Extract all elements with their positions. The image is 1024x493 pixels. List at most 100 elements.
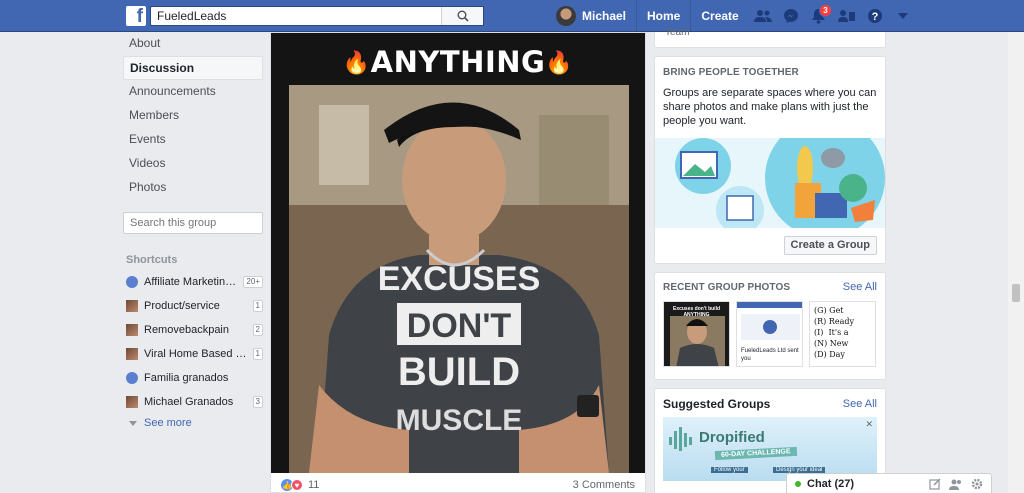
facebook-logo-icon[interactable]: f <box>126 6 146 26</box>
nav-announcements[interactable]: Announcements <box>123 80 263 104</box>
shirt-line-4: MUSCLE <box>396 404 523 437</box>
group-search-box <box>123 212 272 234</box>
post-photo: EXCUSES DON'T BUILD MUSCLE <box>289 85 629 473</box>
search-button[interactable] <box>441 7 483 25</box>
chat-actions <box>929 477 991 490</box>
post-footer: 👍 ♥ 11 3 Comments <box>271 477 645 493</box>
post-image[interactable]: 🔥ANYTHING🔥 EXCUSES DON'T BUILD MUSCLE <box>271 33 645 473</box>
fire-icon: 🔥 <box>342 51 371 76</box>
post-headline-text: ANYTHING <box>370 45 546 79</box>
recent-photos-list: Excuses don't build ANYTHING FueledLeads… <box>655 293 885 375</box>
online-status-icon <box>795 480 801 487</box>
friend-requests-button[interactable] <box>749 0 777 32</box>
bring-people-title: BRING PEOPLE TOGETHER <box>663 67 799 78</box>
create-group-button[interactable]: Create a Group <box>783 236 877 255</box>
photo-icon <box>126 396 138 408</box>
recent-photo-thumbnail[interactable]: (G) Get (R) Ready (I) It's a (N) New (D)… <box>809 301 876 367</box>
messenger-button[interactable] <box>777 0 805 32</box>
shortcut-label: Viral Home Based P... <box>144 348 249 360</box>
recent-photos-header: RECENT GROUP PHOTOS See All <box>655 273 885 293</box>
scrollbar-thumb[interactable] <box>1012 284 1020 302</box>
account-menu-button[interactable] <box>889 0 917 32</box>
caret-down-icon <box>897 13 908 19</box>
shortcut-label: Removebackpain <box>144 324 229 336</box>
shortcut-item[interactable]: Removebackpain 2 <box>123 318 263 342</box>
thumb-caption: FueledLeads Ltd sent you <box>741 348 799 362</box>
notifications-button[interactable]: 3 <box>805 0 833 32</box>
nav-members[interactable]: Members <box>123 104 263 128</box>
bring-people-body: Groups are separate spaces where you can… <box>663 87 877 127</box>
shortcut-item[interactable]: Affiliate Marketing -... 20+ <box>123 270 263 294</box>
recent-photos-card: RECENT GROUP PHOTOS See All Excuses don'… <box>654 272 886 380</box>
reactions-count[interactable]: 11 <box>308 479 319 491</box>
shortcut-item[interactable]: Familia granados <box>123 366 263 390</box>
group-chat-icon[interactable] <box>949 478 963 490</box>
question-icon: ? <box>867 9 882 23</box>
photo-icon <box>126 348 138 360</box>
stub-text: Team <box>665 27 690 38</box>
search-input[interactable] <box>151 7 441 25</box>
chat-label: Chat (27) <box>807 477 855 490</box>
create-link[interactable]: Create <box>691 0 748 32</box>
shirt-line-3: BUILD <box>398 350 520 394</box>
see-more-label: See more <box>144 417 192 429</box>
group-icon <box>126 372 138 384</box>
suggested-group-line1: Follow your <box>711 467 748 473</box>
photo-icon <box>126 324 138 336</box>
post-headline: 🔥ANYTHING🔥 <box>271 45 645 79</box>
avatar[interactable] <box>556 6 576 26</box>
thumb-caption: (G) Get (R) Ready (I) It's a (N) New (D)… <box>814 306 854 359</box>
close-icon[interactable]: ✕ <box>865 419 873 430</box>
shortcut-count: 1 <box>252 300 263 312</box>
friends-icon <box>753 10 772 22</box>
right-sidebar: Team BRING PEOPLE TOGETHER Groups are se… <box>654 28 886 493</box>
shortcut-item[interactable]: Product/service 1 <box>123 294 263 318</box>
suggested-groups-title: Suggested Groups <box>663 397 771 411</box>
shortcut-count: 1 <box>252 348 263 360</box>
nav-photos[interactable]: Photos <box>123 176 263 200</box>
shortcut-item[interactable]: Michael Granados 3 <box>123 390 263 414</box>
nav-events[interactable]: Events <box>123 128 263 152</box>
group-search-input[interactable] <box>130 217 272 229</box>
help-button[interactable]: ? <box>861 0 889 32</box>
people-help-icon <box>837 10 855 22</box>
previous-card-stub: Team <box>654 28 886 48</box>
dropified-logo-icon <box>669 427 692 451</box>
top-nav-bar: f Michael Home Create 3 ? <box>0 0 1024 32</box>
recent-photo-thumbnail[interactable]: Excuses don't build ANYTHING <box>663 301 730 367</box>
thumb-person <box>670 316 725 366</box>
love-reaction-icon[interactable]: ♥ <box>291 479 303 491</box>
groups-illustration-art <box>675 138 885 228</box>
post-card: 🔥ANYTHING🔥 EXCUSES DON'T BUILD MUSCLE 👍 … <box>270 32 646 493</box>
suggested-group-logo: Dropified <box>699 429 765 446</box>
comments-link[interactable]: 3 Comments <box>573 479 635 491</box>
nav-videos[interactable]: Videos <box>123 152 263 176</box>
profile-link[interactable]: Michael <box>582 0 638 32</box>
gear-icon[interactable] <box>971 478 983 490</box>
nav-about[interactable]: About <box>123 32 263 56</box>
nav-discussion[interactable]: Discussion <box>123 56 263 80</box>
chat-bar[interactable]: Chat (27) <box>786 473 992 493</box>
bring-people-card: BRING PEOPLE TOGETHER Groups are separat… <box>654 56 886 264</box>
shortcut-label: Michael Granados <box>144 396 234 408</box>
suggested-group-subtitle: 60-DAY CHALLENGE <box>714 446 797 461</box>
chevron-down-icon <box>129 420 137 426</box>
photo-icon <box>126 300 138 312</box>
shortcuts-heading: Shortcuts <box>126 254 178 266</box>
new-message-icon[interactable] <box>929 477 941 490</box>
shortcut-count: 3 <box>252 396 263 408</box>
page-scrollbar[interactable] <box>1008 32 1024 493</box>
recent-photo-thumbnail[interactable]: FueledLeads Ltd sent you <box>736 301 803 367</box>
quick-help-people-button[interactable] <box>833 0 861 32</box>
suggested-group-image[interactable]: Dropified 60-DAY CHALLENGE Follow your D… <box>663 417 877 481</box>
search-icon <box>457 10 469 22</box>
shortcut-item[interactable]: Viral Home Based P... 1 <box>123 342 263 366</box>
fire-icon: 🔥 <box>545 51 574 76</box>
shortcut-label: Affiliate Marketing -... <box>144 276 240 288</box>
shortcut-count: 2 <box>252 324 263 336</box>
see-all-link[interactable]: See All <box>843 281 877 293</box>
see-all-link[interactable]: See All <box>843 398 877 410</box>
shirt-line-1: EXCUSES <box>378 260 541 298</box>
see-more-link[interactable]: See more <box>123 414 263 432</box>
svg-text:?: ? <box>871 11 878 23</box>
